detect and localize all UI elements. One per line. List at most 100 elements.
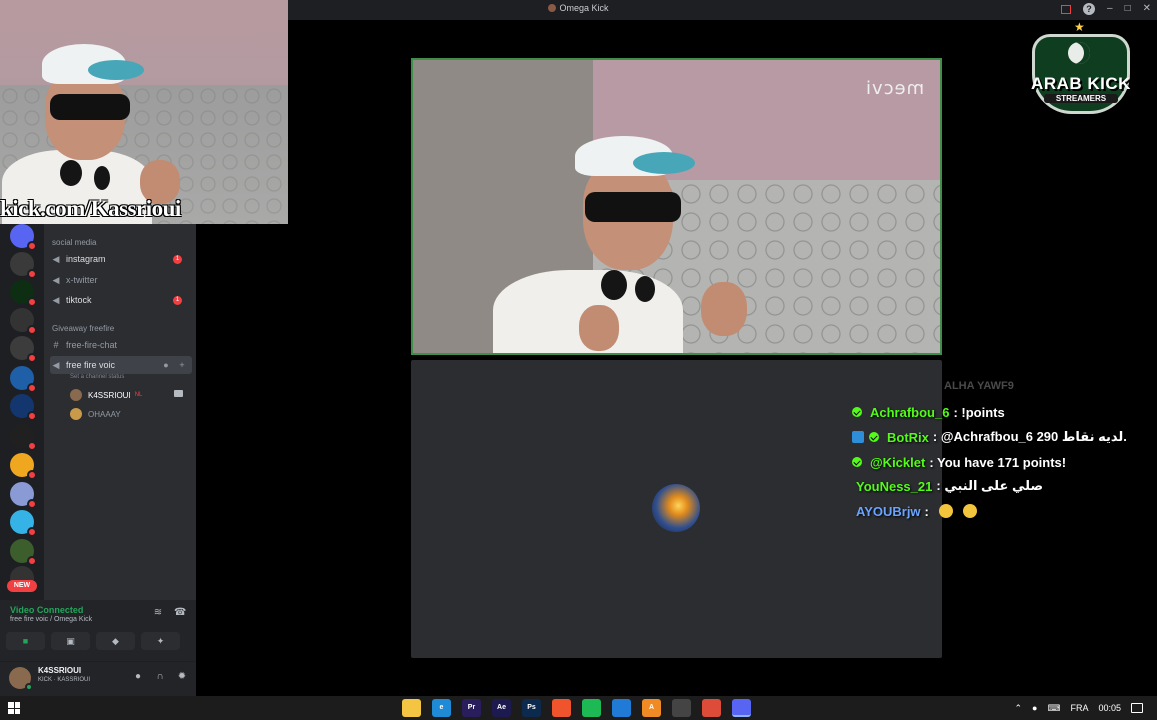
kick-url-overlay: kick.com/Kassrioui [0, 196, 181, 221]
server-icon[interactable] [10, 424, 37, 451]
voice-status[interactable]: Video Connected [10, 605, 83, 615]
brave-icon[interactable] [552, 699, 571, 717]
voice-user-name: OHAAAY [88, 409, 121, 419]
server-icon[interactable] [10, 224, 37, 251]
server-icon[interactable] [10, 394, 37, 421]
server-icon[interactable] [10, 482, 37, 509]
chevron-up-icon[interactable]: ⌃ [1014, 703, 1022, 714]
soundboard-button[interactable]: ✦ [141, 632, 180, 650]
invite-icon[interactable]: + [176, 360, 188, 370]
user-controls: ● ∩ ✹ [132, 671, 188, 683]
camera-button[interactable]: ■ [6, 632, 45, 650]
close-button[interactable]: ✕ [1143, 2, 1151, 16]
inbox-icon[interactable] [1061, 4, 1071, 14]
bot-icon [852, 431, 864, 443]
notification-badge [27, 556, 37, 566]
mention-badge: 1 [173, 254, 182, 264]
announcement-icon: ◀ [52, 253, 60, 264]
arab-kick-streamers-logo: ★ ARAB KICK STREAMERS [1022, 20, 1140, 120]
obs-icon[interactable] [672, 699, 691, 717]
channel-free-fire-voice[interactable]: ◀ free fire voic ● + [50, 356, 192, 374]
activity-button[interactable]: ◆ [96, 632, 135, 650]
chat-message: BotRix : @Achrafbou_6 290 لديه نقاط. [852, 427, 1127, 447]
channel-free-fire-chat[interactable]: # free-fire-chat [50, 336, 192, 354]
emote-icon [938, 504, 953, 518]
chrome-icon[interactable] [702, 699, 721, 717]
channel-x-twitter[interactable]: ◀ x-twitter [50, 271, 192, 289]
channel-status-hint[interactable]: Set a channel status [70, 374, 124, 380]
chat-message: AYOUBrjw : [856, 501, 977, 521]
after-effects-icon[interactable]: Ae [492, 699, 511, 717]
chat-username: AYOUBrjw [856, 503, 921, 519]
notification-badge [27, 353, 37, 363]
chat-username: YouNess_21 [856, 478, 933, 494]
streamer-figure [0, 0, 288, 224]
server-icon[interactable] [10, 510, 37, 537]
chat-username: BotRix [887, 429, 929, 445]
channel-label: x-twitter [66, 275, 98, 285]
minimize-button[interactable]: – [1107, 2, 1113, 16]
notification-badge [27, 470, 37, 480]
notification-badge [27, 325, 37, 335]
chat-text: : !points [953, 404, 1005, 420]
chat-text: : You have 171 points! [929, 454, 1067, 470]
vscode-icon[interactable] [612, 699, 631, 717]
category-social-media[interactable]: social media [52, 238, 96, 247]
stage-video-tile[interactable]: mecvi [411, 58, 942, 355]
chat-message: YouNess_21 : صلي على النبي [856, 476, 1043, 496]
file-explorer-icon[interactable] [402, 699, 421, 717]
server-icon[interactable] [10, 539, 37, 566]
user-tag: NL [134, 392, 143, 398]
windows-start-icon[interactable] [8, 702, 20, 714]
keyboard-icon[interactable]: ⌨ [1047, 703, 1060, 714]
server-icon[interactable] [10, 280, 37, 307]
language-indicator[interactable]: FRA [1070, 703, 1088, 713]
voice-user[interactable]: K4SSRIOUI NL [70, 387, 183, 403]
noise-suppression-icon[interactable]: ≋ [152, 607, 164, 619]
help-icon[interactable]: ? [1083, 3, 1095, 15]
clock[interactable]: 00:05 [1098, 703, 1121, 713]
disconnect-icon[interactable]: ☎ [174, 607, 186, 619]
spotify-icon[interactable] [582, 699, 601, 717]
voice-location[interactable]: free fire voic / Omega Kick [10, 616, 92, 623]
notification-badge [27, 297, 37, 307]
server-icon[interactable] [10, 308, 37, 335]
screen-share-button[interactable]: ▣ [51, 632, 90, 650]
streamer-figure [493, 130, 823, 353]
announcement-icon: ◀ [52, 294, 60, 305]
crescent-icon [1068, 42, 1090, 64]
maximize-button[interactable]: □ [1125, 2, 1131, 16]
premiere-icon[interactable]: Pr [462, 699, 481, 717]
microphone-icon[interactable]: ● [1032, 703, 1037, 713]
participant-avatar[interactable] [652, 484, 700, 532]
edge-icon[interactable]: e [432, 699, 451, 717]
voice-connection-panel: Video Connected free fire voic / Omega K… [0, 600, 196, 662]
server-icon[interactable] [10, 252, 37, 279]
notification-badge [27, 383, 37, 393]
user-status: KICK · KASSRIOUI [38, 677, 91, 683]
chat-bubble-icon[interactable]: ● [160, 360, 172, 370]
voice-panel-icons: ≋ ☎ [152, 607, 187, 619]
chat-message: Achrafbou_6 : !points [852, 402, 1005, 422]
illustrator-icon[interactable]: A [642, 699, 661, 717]
chat-text: : @Achrafbou_6 290 لديه نقاط. [932, 429, 1127, 444]
taskbar-apps: e Pr Ae Ps A [402, 699, 751, 717]
webcam-overlay: kick.com/Kassrioui [0, 0, 288, 224]
server-icon[interactable] [10, 453, 37, 480]
voice-action-buttons: ■ ▣ ◆ ✦ [6, 632, 180, 650]
voice-user-name: K4SSRIOUI [88, 390, 131, 400]
category-giveaway[interactable]: Giveaway freefire [52, 324, 114, 333]
avatar[interactable] [9, 667, 33, 691]
username[interactable]: K4SSRIOUI [38, 666, 81, 675]
server-icon[interactable] [10, 336, 37, 363]
gear-icon[interactable]: ✹ [176, 671, 188, 683]
server-icon[interactable] [10, 366, 37, 393]
channel-instagram[interactable]: ◀ instagram 1 [50, 250, 192, 268]
photoshop-icon[interactable]: Ps [522, 699, 541, 717]
channel-tiktock[interactable]: ◀ tiktock 1 [50, 291, 192, 309]
voice-user[interactable]: OHAAAY [70, 406, 121, 422]
notification-icon[interactable] [1131, 703, 1143, 713]
headphones-icon[interactable]: ∩ [154, 671, 166, 683]
discord-icon[interactable] [732, 699, 751, 717]
microphone-icon[interactable]: ● [132, 671, 144, 683]
